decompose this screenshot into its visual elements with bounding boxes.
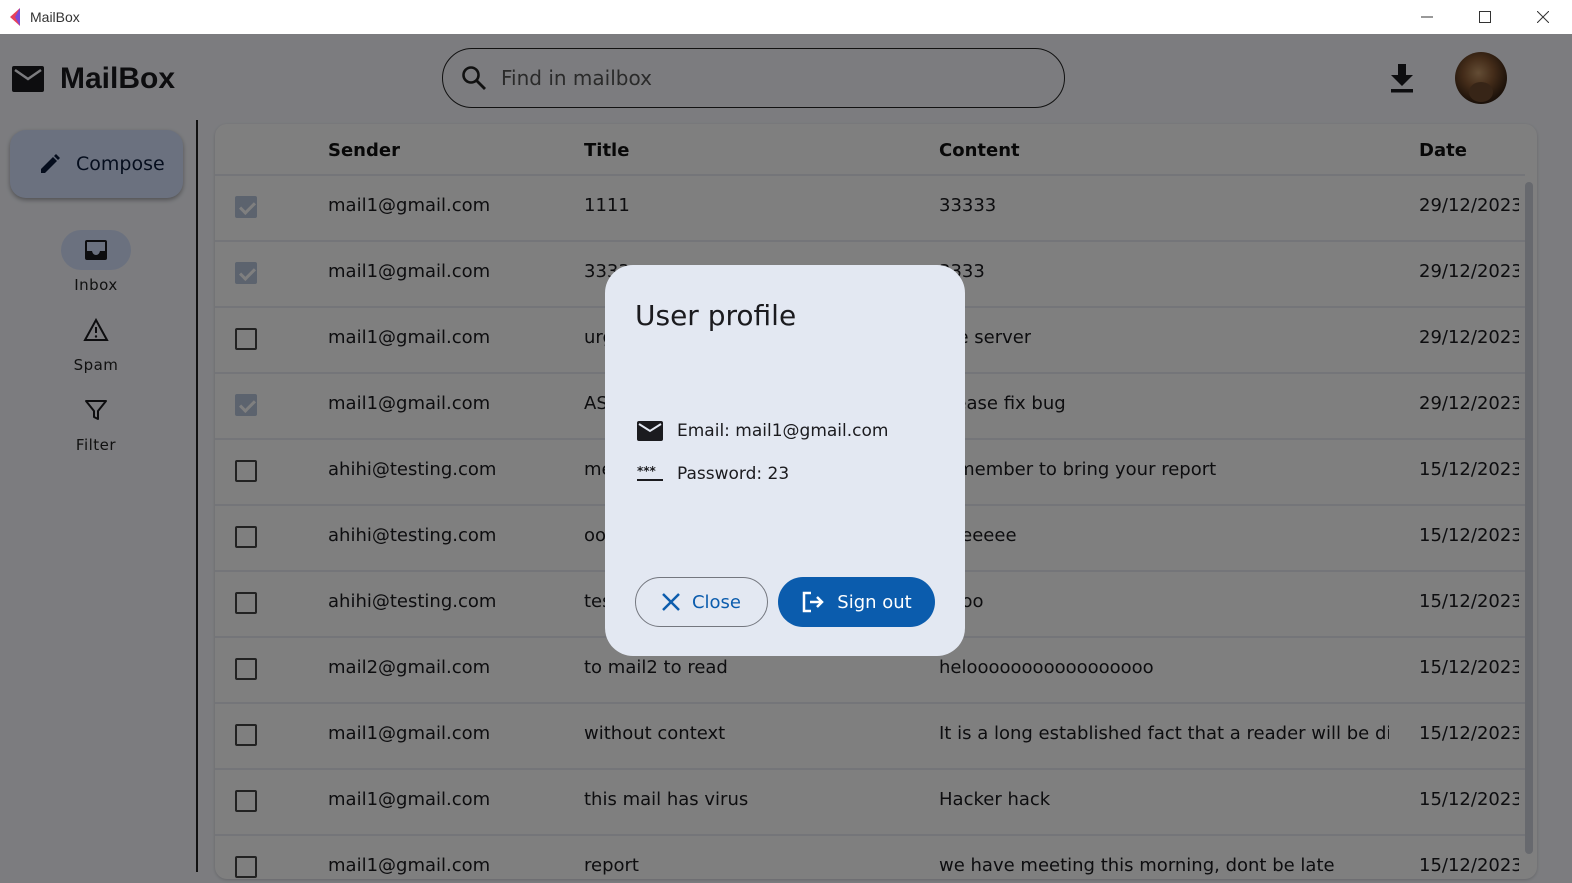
dialog-title: User profile [635, 299, 797, 332]
email-row: Email: mail1@gmail.com [637, 421, 888, 441]
maximize-button[interactable] [1456, 0, 1514, 34]
password-icon: *** [637, 465, 663, 481]
sign-out-button[interactable]: Sign out [778, 577, 935, 627]
maximize-icon [1479, 11, 1491, 23]
sign-out-label: Sign out [837, 591, 912, 613]
minimize-icon [1421, 16, 1433, 18]
close-button[interactable]: Close [635, 577, 768, 627]
email-text: Email: mail1@gmail.com [677, 421, 889, 441]
window-titlebar: MailBox [0, 0, 1572, 34]
close-label: Close [691, 591, 742, 613]
close-icon [1537, 11, 1549, 23]
password-text: Password: 23 [677, 464, 790, 484]
app-logo-icon [10, 8, 20, 26]
close-window-button[interactable] [1514, 0, 1572, 34]
logout-icon [803, 591, 825, 613]
mail-icon [637, 421, 663, 441]
user-profile-dialog: User profile Email: mail1@gmail.com *** … [605, 265, 965, 656]
password-row: *** Password: 23 [637, 464, 789, 484]
minimize-button[interactable] [1398, 0, 1456, 34]
svg-text:***: *** [637, 465, 657, 478]
close-icon [662, 593, 680, 611]
window-title: MailBox [30, 9, 80, 25]
